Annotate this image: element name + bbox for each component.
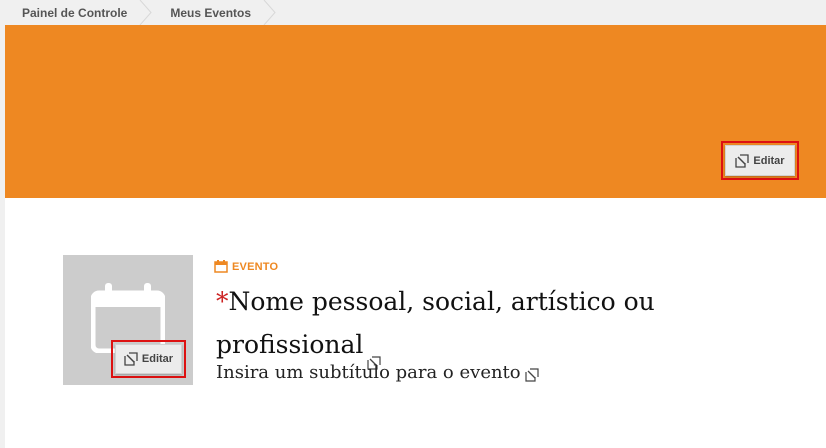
avatar-edit-highlight: Editar [111, 340, 186, 378]
edit-icon [735, 153, 750, 168]
edit-avatar-button[interactable]: Editar [115, 344, 182, 374]
event-title-field[interactable]: *Nome pessoal, social, artístico ou prof… [216, 280, 686, 370]
event-header-panel: Editar EVENTO *Nome pessoal, social, art… [5, 198, 826, 448]
edit-icon [124, 352, 138, 366]
event-avatar: Editar [63, 255, 193, 385]
event-subtitle-field[interactable]: Insira um subtítulo para o evento [216, 362, 539, 383]
breadcrumb-separator [263, 0, 277, 25]
calendar-icon [214, 260, 228, 273]
edit-avatar-label: Editar [141, 353, 174, 365]
breadcrumb-label: Meus Eventos [170, 5, 252, 20]
edit-cover-label: Editar [753, 154, 785, 167]
event-type-text: EVENTO [232, 260, 279, 273]
cover-banner: Editar [5, 25, 826, 198]
event-type-label: EVENTO [214, 260, 278, 273]
edit-subtitle-icon[interactable] [525, 366, 539, 382]
event-subtitle-placeholder: Insira um subtítulo para o evento [216, 362, 521, 383]
edit-title-icon[interactable] [367, 340, 381, 370]
breadcrumb-item-meus-eventos[interactable]: Meus Eventos [153, 0, 263, 25]
breadcrumb: Painel de Controle Meus Eventos [5, 0, 826, 25]
breadcrumb-separator [139, 0, 153, 25]
event-title-placeholder: Nome pessoal, social, artístico ou profi… [216, 287, 655, 359]
breadcrumb-label: Painel de Controle [22, 5, 128, 20]
required-marker: * [216, 287, 229, 316]
cover-edit-highlight: Editar [721, 141, 799, 180]
breadcrumb-item-painel-de-controle[interactable]: Painel de Controle [5, 0, 139, 25]
edit-cover-button[interactable]: Editar [725, 145, 795, 176]
